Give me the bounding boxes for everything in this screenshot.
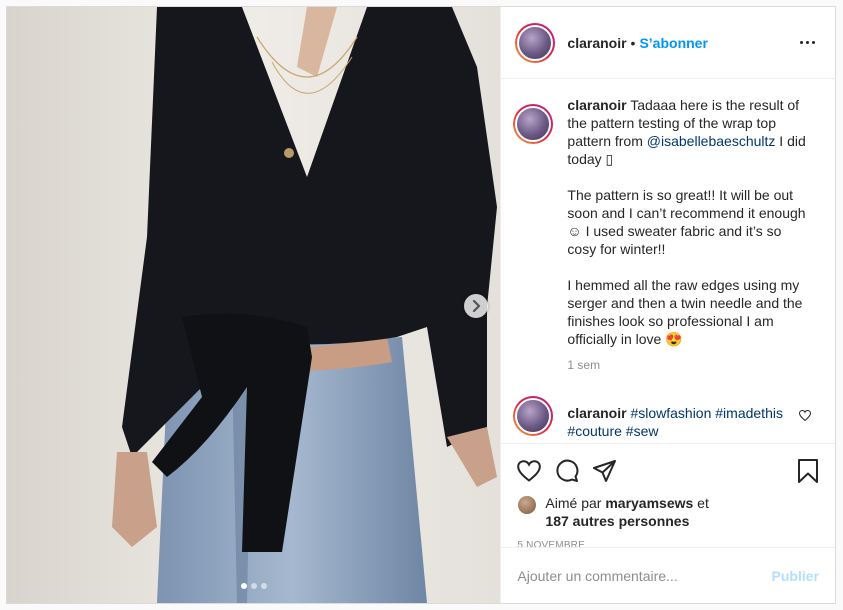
post-photo[interactable] [7, 7, 501, 603]
carousel-indicator [240, 583, 267, 589]
share-paper-plane-icon[interactable] [593, 460, 617, 482]
post-header: claranoir • S’abonner [501, 7, 835, 79]
like-heart-icon[interactable] [517, 460, 542, 482]
caption: claranoir Tadaaa here is the result of t… [513, 96, 819, 374]
chevron-right-icon [473, 300, 481, 312]
carousel-dot [250, 583, 257, 589]
publish-button[interactable]: Publier [772, 568, 819, 584]
post-card: claranoir • S’abonner claranoir Tadaaa h… [6, 6, 836, 604]
avatar[interactable] [513, 104, 554, 144]
likes-count-link[interactable]: 187 autres personnes [545, 513, 689, 529]
like-comment-icon[interactable] [798, 408, 812, 426]
comments-list[interactable]: claranoir Tadaaa here is the result of t… [501, 80, 835, 442]
comment-input[interactable] [517, 567, 772, 584]
caption-paragraph: The pattern is so great!! It will be out… [567, 187, 806, 257]
comment-username[interactable]: claranoir [567, 405, 626, 421]
post-username[interactable]: claranoir [567, 35, 626, 51]
more-options-icon[interactable] [796, 37, 819, 48]
mention-link[interactable]: @isabellebaeschultz [647, 133, 776, 149]
caption-username[interactable]: claranoir [567, 97, 626, 113]
liked-by-user[interactable]: maryamsews [605, 495, 693, 511]
carousel-dot [240, 583, 247, 589]
bookmark-icon[interactable] [797, 459, 819, 483]
photo-image [7, 7, 501, 603]
post-actions: Aimé par maryamsews et 187 autres person… [501, 443, 835, 551]
liked-by-prefix: Aimé par [545, 495, 602, 511]
carousel-dot [260, 583, 267, 589]
liked-by-and: et [697, 495, 709, 511]
avatar[interactable] [513, 396, 554, 436]
post-sidebar: claranoir • S’abonner claranoir Tadaaa h… [500, 7, 835, 603]
avatar[interactable] [517, 495, 538, 515]
follow-button[interactable]: S’abonner [639, 35, 707, 51]
avatar[interactable] [515, 22, 556, 63]
separator-dot: • [630, 34, 636, 51]
hashtag-link[interactable]: #slowfashion [630, 405, 711, 421]
likes-summary: Aimé par maryamsews et 187 autres person… [517, 494, 819, 530]
comment-bubble-icon[interactable] [555, 459, 579, 483]
add-comment-bar: Publier [501, 547, 835, 603]
caption-time[interactable]: 1 sem [567, 356, 813, 374]
comment-item: claranoir #slowfashion #imadethis #coutu… [513, 396, 819, 440]
caption-paragraph: I hemmed all the raw edges using my serg… [567, 277, 803, 347]
